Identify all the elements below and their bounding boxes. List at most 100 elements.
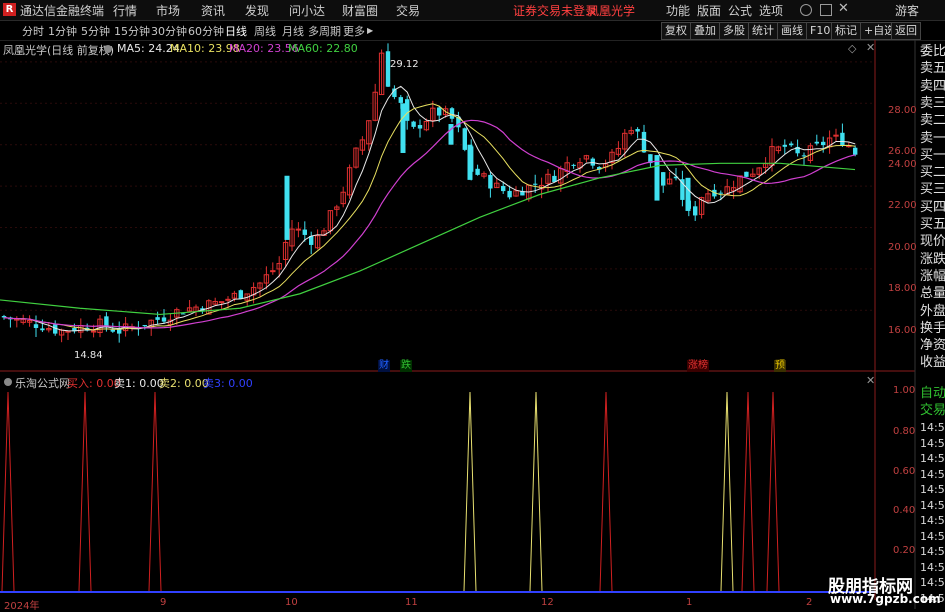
- candle-body: [814, 141, 819, 144]
- period-60min[interactable]: 60分钟: [188, 23, 224, 39]
- menu-quotes[interactable]: 行情: [113, 2, 137, 19]
- draw-line-button[interactable]: 画线: [777, 22, 807, 40]
- trade-time: 14:56: [920, 483, 945, 496]
- menu-wealth[interactable]: 财富圈: [342, 2, 378, 19]
- close-icon[interactable]: ✕: [838, 1, 849, 16]
- signal-spikes: [1, 391, 780, 592]
- candle-body: [117, 329, 122, 334]
- overlay-button[interactable]: 叠加: [690, 22, 720, 40]
- menu-ask[interactable]: 问小达: [289, 2, 325, 19]
- menu-formula[interactable]: 公式: [728, 2, 752, 19]
- candle-body: [302, 229, 307, 235]
- candle-body: [782, 144, 787, 147]
- trade-label[interactable]: 交易: [920, 403, 945, 419]
- quote-label: 涨跌: [920, 251, 945, 267]
- period-30min[interactable]: 30分钟: [151, 23, 187, 39]
- candle-body: [181, 313, 186, 315]
- candle-body: [853, 147, 858, 155]
- indicator-close-icon[interactable]: ✕: [866, 374, 875, 387]
- candle-body: [449, 108, 455, 119]
- menu-discover[interactable]: 发现: [245, 2, 269, 19]
- event-financial[interactable]: 财: [378, 360, 390, 372]
- event-forecast[interactable]: 预: [774, 360, 786, 372]
- period-more[interactable]: 更多: [343, 23, 365, 39]
- indicator-name: 乐淘公式网: [15, 377, 70, 390]
- candle-body: [295, 228, 302, 231]
- ma-lines: [0, 85, 856, 332]
- signal-spike: [148, 391, 162, 592]
- trade-time: 14:56: [920, 452, 945, 465]
- signal-spike: [766, 391, 780, 592]
- candle-body: [398, 97, 403, 103]
- candle-body: [475, 168, 480, 175]
- more-chevron-icon[interactable]: ▶: [367, 26, 373, 35]
- menu-market[interactable]: 市场: [156, 2, 180, 19]
- candle-body: [161, 317, 167, 322]
- candle-body: [635, 129, 640, 132]
- menu-layout[interactable]: 版面: [697, 2, 721, 19]
- period-weekly[interactable]: 周线: [254, 23, 276, 39]
- indicator-tick: 1.00: [893, 385, 916, 396]
- mark-button[interactable]: 标记: [831, 22, 861, 40]
- candle-body: [155, 317, 160, 320]
- candle-body: [507, 190, 512, 198]
- low-annotation: 14.84: [74, 350, 103, 361]
- minimize-icon[interactable]: [800, 4, 812, 16]
- trade-time: 14:56: [920, 529, 945, 543]
- event-rank[interactable]: 涨榜: [687, 360, 709, 372]
- trade-time: 14:56: [920, 576, 945, 589]
- candle-body: [571, 164, 576, 166]
- event-drop[interactable]: 跌: [400, 360, 412, 372]
- x-tick: 10: [285, 597, 298, 608]
- period-15min[interactable]: 15分钟: [114, 23, 150, 39]
- quote-label: 总量: [920, 286, 945, 302]
- kline-chart[interactable]: [0, 40, 945, 609]
- x-tick: 11: [405, 597, 418, 608]
- x-tick: 1: [686, 597, 693, 608]
- login-notice[interactable]: 证券交易未登录: [513, 2, 597, 19]
- indicator-dot-icon[interactable]: [4, 378, 12, 386]
- maximize-icon[interactable]: [820, 4, 832, 16]
- high-annotation: 29.12: [390, 59, 419, 70]
- candle-body: [405, 99, 410, 121]
- guest-label[interactable]: 游客: [895, 2, 919, 19]
- period-1min[interactable]: 1分钟: [48, 23, 77, 39]
- menu-function[interactable]: 功能: [666, 2, 690, 19]
- multi-stock-button[interactable]: 多股: [719, 22, 749, 40]
- price-tick: 28.00: [888, 105, 917, 116]
- period-daily[interactable]: 日线: [225, 23, 247, 39]
- candle-body: [417, 125, 423, 129]
- back-button[interactable]: 返回: [891, 22, 921, 40]
- candle-body: [238, 290, 243, 299]
- stats-button[interactable]: 统计: [748, 22, 778, 40]
- candle-body: [33, 324, 39, 328]
- candle-body: [833, 134, 839, 137]
- candle-body: [789, 143, 794, 146]
- menu-news[interactable]: 资讯: [201, 2, 225, 19]
- period-multi[interactable]: 多周期: [308, 23, 341, 39]
- signal-spike: [78, 391, 92, 592]
- x-tick: 2024年: [4, 601, 40, 612]
- signal-spike: [1, 391, 15, 592]
- quote-label: 买四: [920, 199, 945, 215]
- price-tick: 18.00: [888, 283, 917, 294]
- ma10-line: [3, 103, 856, 331]
- menu-trade[interactable]: 交易: [396, 2, 420, 19]
- quote-label: 委比: [920, 44, 945, 59]
- period-5min[interactable]: 5分钟: [81, 23, 110, 39]
- app-logo-icon: R: [3, 3, 16, 16]
- candle-body: [801, 155, 807, 157]
- period-toolbar: 分时 1分钟 5分钟 15分钟 30分钟 60分钟 日线 周线 月线 多周期 更…: [0, 21, 945, 41]
- auto-label[interactable]: 自动: [920, 386, 945, 402]
- menu-options[interactable]: 选项: [759, 2, 783, 19]
- candle-body: [467, 144, 473, 180]
- candle-body: [718, 192, 723, 194]
- adjust-button[interactable]: 复权: [661, 22, 691, 40]
- period-intraday[interactable]: 分时: [22, 23, 44, 39]
- period-monthly[interactable]: 月线: [282, 23, 304, 39]
- price-tick: 20.00: [888, 242, 917, 253]
- candle-body: [65, 330, 71, 333]
- candle-body: [110, 329, 115, 332]
- quote-label: 卖二: [920, 113, 945, 129]
- trade-time: 14:56: [920, 421, 945, 434]
